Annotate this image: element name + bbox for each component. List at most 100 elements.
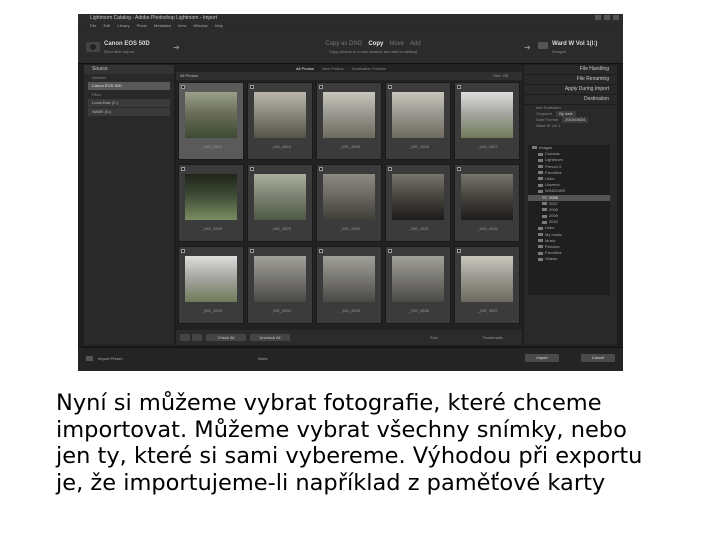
- mode-copy-as-dng[interactable]: Copy as DNG: [325, 41, 362, 47]
- window-photo: [185, 174, 237, 220]
- checkbox-icon[interactable]: [388, 167, 392, 171]
- checkbox-icon[interactable]: [250, 249, 254, 253]
- folder-icon: [538, 239, 543, 243]
- thumbnail-label: _MG_4532: [478, 226, 498, 231]
- minimize-icon[interactable]: [595, 15, 601, 20]
- file-handling-header[interactable]: File Handling: [524, 65, 617, 75]
- folder-name: Favorites: [545, 250, 562, 256]
- checkbox-icon[interactable]: [319, 249, 323, 253]
- import-top-bar: Canon EOS 50D Eject after import ➜ Copy …: [78, 29, 623, 64]
- mode-add[interactable]: Add: [410, 41, 421, 47]
- source-panel-header[interactable]: Source: [84, 65, 174, 74]
- thumbnail-cell[interactable]: _MG_4529: [247, 164, 313, 242]
- thumbnail-cell[interactable]: _MG_4537: [454, 246, 520, 324]
- folder-icon: [538, 183, 543, 187]
- thumbnail-cell[interactable]: _MG_4534: [247, 246, 313, 324]
- lightroom-import-screenshot: Lightroom Catalog - Adobe Photoshop Ligh…: [78, 14, 623, 371]
- thumbnail-cell[interactable]: _MG_4525: [316, 82, 382, 160]
- import-preset-value[interactable]: None: [258, 356, 268, 361]
- mode-copy[interactable]: Copy: [368, 41, 383, 47]
- thumbnail-label: _MG_4525: [340, 144, 360, 149]
- checkbox-icon[interactable]: [388, 85, 392, 89]
- thumbnail-cell[interactable]: _MG_4527: [454, 82, 520, 160]
- close-icon[interactable]: [613, 15, 619, 20]
- menu-file[interactable]: File: [90, 22, 96, 29]
- cancel-button[interactable]: Cancel: [581, 354, 615, 362]
- checkbox-icon[interactable]: [457, 249, 461, 253]
- thumbnail-cell[interactable]: _MG_4524: [247, 82, 313, 160]
- thumbnail-cell[interactable]: _MG_4535: [316, 246, 382, 324]
- checkbox-icon[interactable]: [181, 85, 185, 89]
- tab-all-photos[interactable]: All Photos: [296, 65, 314, 72]
- tab-new-photos[interactable]: New Photos: [322, 65, 344, 72]
- thumbnail-cell[interactable]: _MG_4526: [385, 82, 451, 160]
- grid-sort[interactable]: Sort: Off: [493, 72, 508, 80]
- folder-name: Videos: [545, 256, 558, 262]
- file-renaming-header[interactable]: File Renaming: [524, 75, 617, 85]
- grid-header-label: All Photos: [180, 73, 199, 78]
- source-selector[interactable]: Canon EOS 50D Eject after import: [86, 41, 181, 55]
- menu-edit[interactable]: Edit: [103, 22, 110, 29]
- ruin-photo: [461, 256, 513, 302]
- thumbnail-label: _MG_4529: [271, 226, 291, 231]
- menu-photo[interactable]: Photo: [137, 22, 147, 29]
- volume-name: Ward W Vol 1: [536, 123, 561, 128]
- folder-tree-item[interactable]: Videos: [528, 256, 610, 262]
- folder-name: 2008: [549, 206, 558, 212]
- import-button[interactable]: Import: [525, 354, 559, 362]
- checkbox-icon[interactable]: [457, 167, 461, 171]
- checkbox-icon[interactable]: [250, 85, 254, 89]
- menu-help[interactable]: Help: [215, 22, 223, 29]
- grid-view-icon[interactable]: [180, 334, 190, 341]
- checkbox-icon[interactable]: [250, 167, 254, 171]
- thumbnail-cell[interactable]: _MG_4536: [385, 246, 451, 324]
- thumbnail-label: _MG_4530: [340, 226, 360, 231]
- building-photo: [461, 92, 513, 138]
- caption-line: je, že importujeme-li například z paměťo…: [56, 469, 606, 496]
- maximize-icon[interactable]: [604, 15, 610, 20]
- stairs-photo: [323, 256, 375, 302]
- arrow-right-icon: ➜: [173, 43, 180, 52]
- thumbnail-cell[interactable]: _MG_4528: [178, 164, 244, 242]
- checkbox-icon[interactable]: [319, 167, 323, 171]
- thumbnail-cell[interactable]: _MG_4523: [178, 82, 244, 160]
- checkbox-icon[interactable]: [388, 249, 392, 253]
- apply-during-import-header[interactable]: Apply During Import: [524, 85, 617, 95]
- sort-label[interactable]: Sort:: [430, 334, 438, 341]
- loupe-view-icon[interactable]: [192, 334, 202, 341]
- destination-header[interactable]: Destination: [524, 95, 617, 105]
- menu-library[interactable]: Library: [117, 22, 129, 29]
- thumbnail-cell[interactable]: _MG_4532: [454, 164, 520, 242]
- mode-move[interactable]: Move: [389, 41, 404, 47]
- preset-icon: [86, 356, 93, 361]
- menu-window[interactable]: Window: [193, 22, 207, 29]
- checkbox-icon[interactable]: [181, 249, 185, 253]
- drive-item[interactable]: Local Disk (C:): [88, 99, 170, 107]
- check-all-button[interactable]: Check All: [206, 334, 246, 341]
- menu-bar: File Edit Library Photo Metadata View Wi…: [78, 22, 623, 29]
- source-name: Canon EOS 50D: [104, 41, 150, 47]
- caption-line: jen ty, které si sami vybereme. Výhodou …: [56, 443, 643, 469]
- device-item[interactable]: Canon EOS 50D: [88, 82, 170, 90]
- thumbnail-cell[interactable]: _MG_4533: [178, 246, 244, 324]
- folder-icon: [538, 152, 543, 156]
- thumbnail-cell[interactable]: _MG_4531: [385, 164, 451, 242]
- grid-bottom-bar: Check All Uncheck All Sort: Thumbnails: [176, 330, 522, 345]
- source-panel: Source Devices Canon EOS 50D Files Local…: [84, 65, 174, 345]
- uncheck-all-button[interactable]: Uncheck All: [250, 334, 290, 341]
- folder-name: Prevod 3: [545, 163, 562, 169]
- volume-field[interactable]: Ward W Vol 1: [524, 123, 617, 129]
- menu-view[interactable]: View: [178, 22, 187, 29]
- thumbnail-cell[interactable]: _MG_4530: [316, 164, 382, 242]
- thumbnails-label[interactable]: Thumbnails: [482, 334, 503, 341]
- drive-item[interactable]: NAME (D:): [88, 108, 170, 116]
- checkbox-icon[interactable]: [319, 85, 323, 89]
- date-format-value[interactable]: 2010/08/24: [562, 117, 589, 123]
- folder-icon: [538, 226, 543, 230]
- tab-destination-folders[interactable]: Destination Folders: [352, 65, 386, 72]
- checkbox-icon[interactable]: [457, 85, 461, 89]
- menu-metadata[interactable]: Metadata: [154, 22, 171, 29]
- settings-panel: File Handling File Renaming Apply During…: [524, 65, 617, 345]
- camera-icon: [86, 42, 100, 52]
- checkbox-icon[interactable]: [181, 167, 185, 171]
